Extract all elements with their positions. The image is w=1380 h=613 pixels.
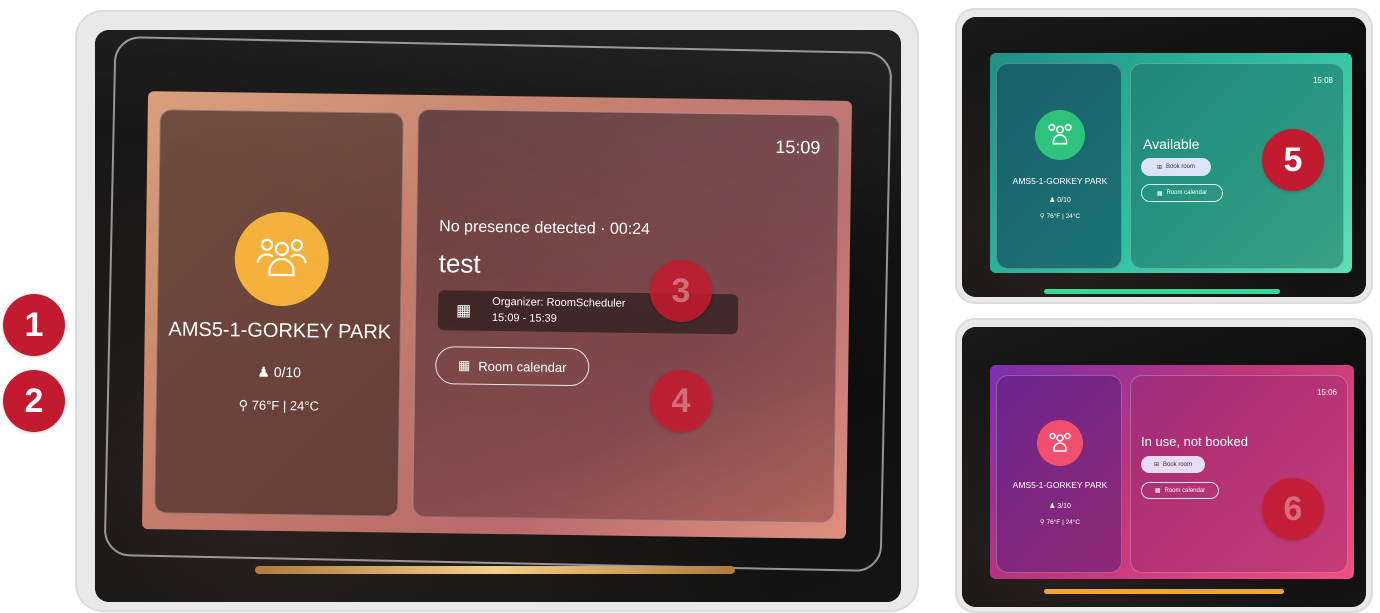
availability-status: Available [1143,136,1200,152]
calendar-icon: ▦ [457,357,471,373]
meeting-panel: 15:09 No presence detected · 00:24 test … [412,108,840,523]
room-avatar [234,211,330,307]
temperature-value: 76°F | 24°C [251,397,320,414]
plus-square-icon: ⊞ [1156,164,1162,171]
callout-6: 6 [1262,478,1324,540]
room-name: AMS5-1-GORKEY PARK [1012,176,1108,186]
temperature-row: ⚲ 76°F | 24°C [997,212,1123,220]
calendar-icon: ▦ [1154,488,1161,494]
main-room-navigator-device: AMS5-1-GORKEY PARK ♟ 0/10 ⚲ 76°F | 24°C … [75,10,919,612]
room-avatar [1035,110,1085,160]
main-screen: AMS5-1-GORKEY PARK ♟ 0/10 ⚲ 76°F | 24°C … [141,91,853,539]
thermometer-icon: ⚲ [1039,213,1045,220]
temperature-row: ⚲ 76°F | 24°C [157,396,401,415]
room-avatar [1037,420,1083,466]
room-calendar-button[interactable]: ▦ Room calendar [1141,184,1223,202]
usage-status: In use, not booked [1141,434,1248,449]
meeting-organizer: Organizer: RoomScheduler [492,295,626,310]
inuse-device-bezel: AMS5-1-GORKEY PARK ♟ 3/10 ⚲ 76°F | 24°C … [962,327,1366,607]
clock: 15:08 [1312,76,1333,85]
occupancy-row: ♟ 3/10 [997,502,1123,510]
room-info-panel: AMS5-1-GORKEY PARK ♟ 3/10 ⚲ 76°F | 24°C [996,375,1122,573]
room-calendar-label: Room calendar [478,358,567,375]
room-calendar-label: Room calendar [1166,190,1208,196]
people-group-icon [256,238,307,277]
book-room-button[interactable]: ⊞ Book room [1141,158,1211,176]
person-icon: ♟ [257,363,270,380]
callout-4: 4 [650,370,712,432]
occupancy-count: 0/10 [273,363,302,381]
book-room-label: Book room [1163,461,1193,468]
led-light-bar [255,566,735,574]
thermometer-icon: ⚲ [238,397,249,413]
meeting-time: 15:09 - 15:39 [491,311,557,325]
room-name: AMS5-1-GORKEY PARK [1012,480,1108,490]
temperature-value: 76°F | 24°C [1046,213,1081,220]
people-group-icon [1049,432,1071,452]
calendar-icon: ▦ [455,302,472,320]
book-room-label: Book room [1166,164,1196,170]
plus-square-icon: ⊞ [1153,462,1159,468]
occupancy-count: 3/10 [1057,503,1071,510]
led-light-bar [1044,589,1284,594]
room-info-panel: AMS5-1-GORKEY PARK ♟ 0/10 ⚲ 76°F | 24°C [154,109,404,517]
main-device-bezel: AMS5-1-GORKEY PARK ♟ 0/10 ⚲ 76°F | 24°C … [95,30,901,602]
room-calendar-label: Room calendar [1164,487,1206,494]
room-info-panel: AMS5-1-GORKEY PARK ♟ 0/10 ⚲ 76°F | 24°C [996,63,1122,269]
person-icon: ♟ [1049,197,1056,204]
thermometer-icon: ⚲ [1039,519,1045,526]
inuse-room-navigator-device: AMS5-1-GORKEY PARK ♟ 3/10 ⚲ 76°F | 24°C … [955,318,1373,613]
occupancy-row: ♟ 0/10 [997,196,1123,204]
callout-1: 1 [3,294,65,356]
callout-3: 3 [650,260,712,322]
clock: 15:09 [775,136,821,158]
book-room-button[interactable]: ⊞ Book room [1141,456,1205,473]
inuse-screen: AMS5-1-GORKEY PARK ♟ 3/10 ⚲ 76°F | 24°C … [990,365,1354,579]
person-icon: ♟ [1049,503,1056,510]
status-panel: 15:06 In use, not booked ⊞ Book room ▦ R… [1130,375,1348,573]
people-group-icon [1048,123,1072,145]
temperature-row: ⚲ 76°F | 24°C [997,518,1123,526]
callout-5: 5 [1262,129,1324,191]
room-name: AMS5-1-GORKEY PARK [168,318,392,344]
room-calendar-button[interactable]: ▦ Room calendar [435,346,590,387]
occupancy-count: 0/10 [1057,197,1071,204]
temperature-value: 76°F | 24°C [1046,519,1081,526]
clock: 15:06 [1316,388,1337,397]
led-light-bar [1044,289,1280,294]
occupancy-row: ♟ 0/10 [157,362,401,382]
presence-status: No presence detected · 00:24 [439,218,651,239]
calendar-icon: ▦ [1156,190,1163,197]
callout-2: 2 [3,370,65,432]
room-calendar-button[interactable]: ▦ Room calendar [1141,482,1219,499]
meeting-title: test [438,248,481,279]
